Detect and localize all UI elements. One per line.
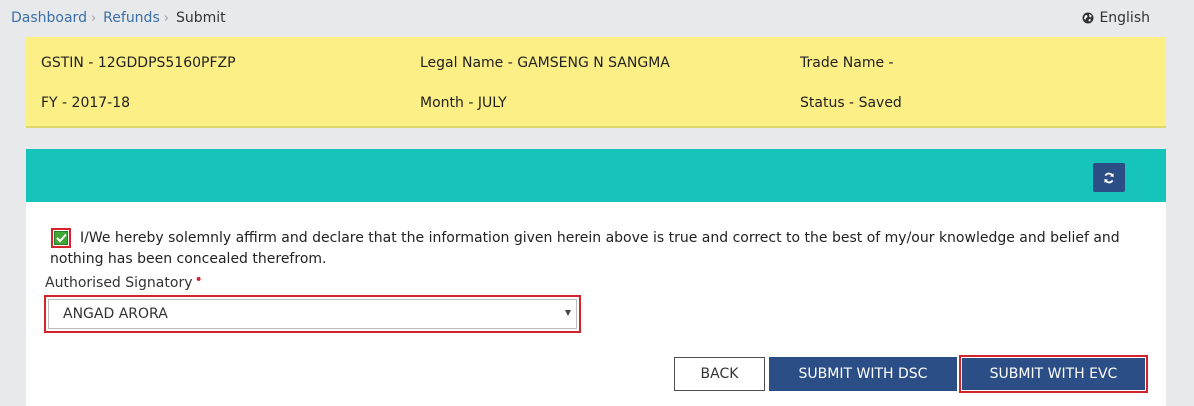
language-selector[interactable]: English bbox=[1082, 10, 1150, 26]
signatory-label-text: Authorised Signatory bbox=[45, 275, 193, 291]
checkmark-icon bbox=[55, 233, 67, 243]
breadcrumb: Dashboard › Refunds › Submit bbox=[11, 10, 226, 26]
authorised-signatory-select[interactable]: ANGAD ARORA bbox=[44, 295, 581, 333]
globe-icon bbox=[1082, 12, 1094, 24]
selected-signatory: ANGAD ARORA bbox=[63, 306, 168, 322]
gstin-text: GSTIN - 12GDDPS5160PFZP bbox=[41, 55, 236, 71]
back-button[interactable]: BACK bbox=[674, 357, 765, 391]
submit-with-evc-button[interactable]: SUBMIT WITH EVC bbox=[962, 358, 1145, 390]
select-field[interactable]: ANGAD ARORA bbox=[48, 299, 577, 329]
refresh-icon bbox=[1104, 172, 1114, 183]
breadcrumb-current: Submit bbox=[175, 10, 226, 26]
caret-down-icon bbox=[565, 310, 571, 316]
authorised-signatory-label: Authorised Signatory • bbox=[45, 272, 203, 291]
chevron-right-icon: › bbox=[90, 10, 97, 26]
submit-with-dsc-button[interactable]: SUBMIT WITH DSC bbox=[769, 357, 957, 391]
chevron-right-icon: › bbox=[163, 10, 169, 26]
breadcrumb-dashboard-link[interactable]: Dashboard bbox=[11, 10, 87, 26]
trade-name-text: Trade Name - bbox=[800, 55, 894, 71]
declaration-checkbox[interactable] bbox=[51, 228, 71, 248]
status-text: Status - Saved bbox=[800, 95, 902, 111]
checkbox-checked bbox=[54, 231, 68, 245]
month-text: Month - JULY bbox=[420, 95, 507, 111]
refresh-button[interactable] bbox=[1093, 163, 1125, 192]
required-marker: • bbox=[194, 272, 203, 288]
submit-with-evc-highlight: SUBMIT WITH EVC bbox=[959, 355, 1148, 393]
breadcrumb-refunds-link[interactable]: Refunds bbox=[103, 10, 160, 26]
panel-header bbox=[26, 149, 1166, 202]
fy-text: FY - 2017-18 bbox=[41, 95, 131, 111]
language-label: English bbox=[1099, 10, 1150, 26]
legal-name-text: Legal Name - GAMSENG N SANGMA bbox=[420, 55, 670, 71]
taxpayer-info-box: GSTIN - 12GDDPS5160PFZP Legal Name - GAM… bbox=[26, 37, 1166, 128]
declaration-text: I/We hereby solemnly affirm and declare … bbox=[50, 230, 1120, 267]
